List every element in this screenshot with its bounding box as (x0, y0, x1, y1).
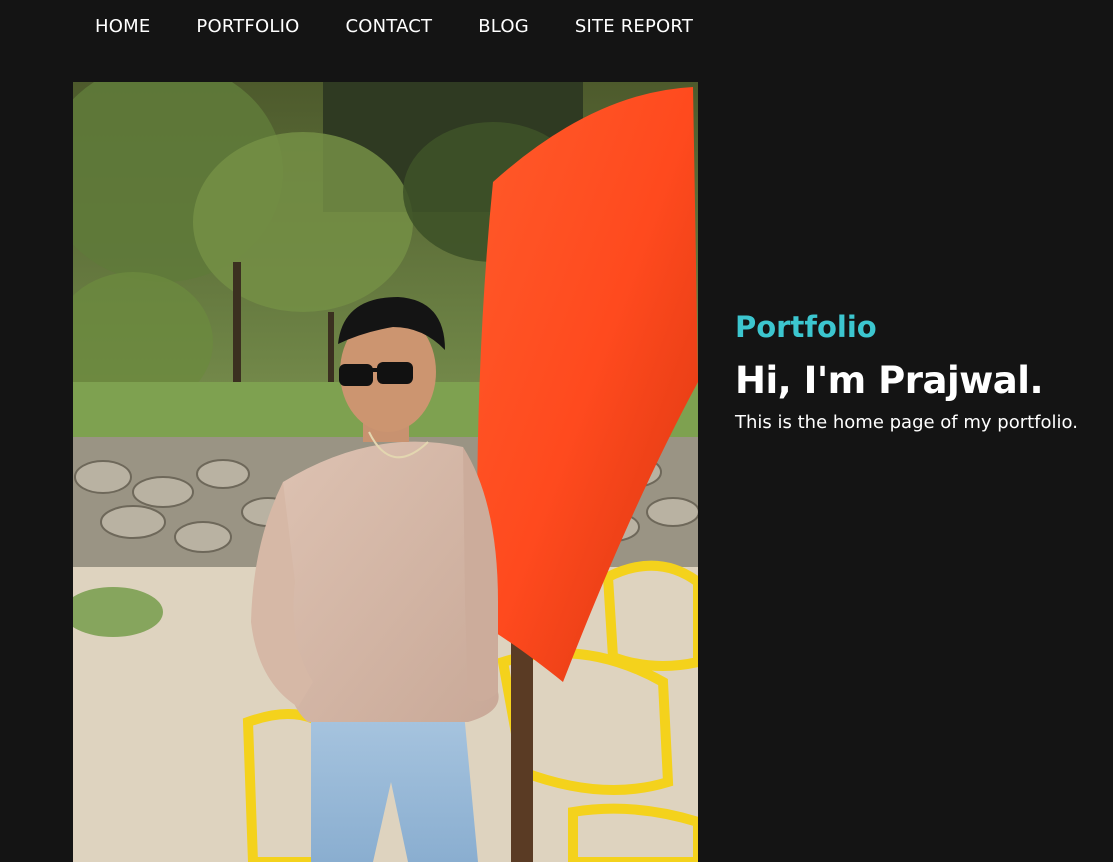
nav-home-link[interactable]: HOME (95, 14, 150, 40)
nav-contact-link[interactable]: CONTACT (345, 14, 432, 40)
portrait-photo-illustration (73, 82, 698, 862)
nav-blog-link[interactable]: BLOG (478, 14, 529, 40)
intro-section: Portfolio Hi, I'm Prajwal. This is the h… (735, 306, 1113, 436)
section-kicker: Portfolio (735, 310, 877, 344)
nav-site-report-link[interactable]: SITE REPORT (575, 14, 693, 40)
page: HOME PORTFOLIO CONTACT BLOG SITE REPORT (0, 0, 1113, 862)
portrait-photo (73, 82, 698, 862)
top-nav: HOME PORTFOLIO CONTACT BLOG SITE REPORT (95, 14, 739, 40)
intro-text: This is the home page of my portfolio. (735, 412, 1078, 433)
page-title: Hi, I'm Prajwal. (735, 359, 1044, 402)
nav-portfolio-link[interactable]: PORTFOLIO (196, 14, 299, 40)
